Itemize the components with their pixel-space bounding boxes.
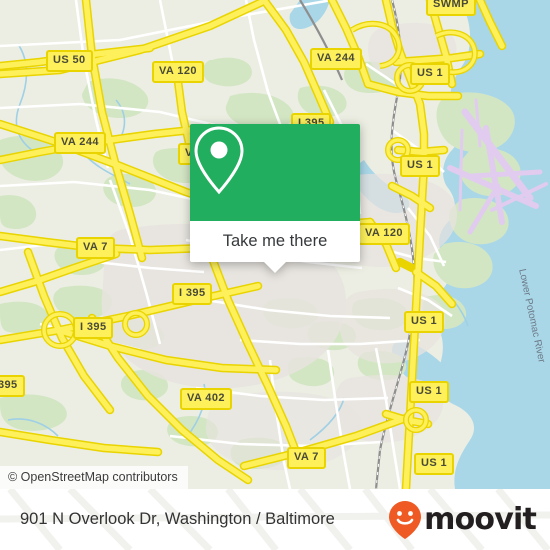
road-shield: VA 7 xyxy=(287,447,326,469)
road-shield: US 1 xyxy=(409,381,450,403)
road-shield: VA 120 xyxy=(358,223,410,245)
location-callout-card[interactable]: Take me there xyxy=(190,124,360,273)
moovit-logo[interactable]: moovit xyxy=(388,500,537,540)
bottom-info-bar: 901 N Overlook Dr, Washington / Baltimor… xyxy=(0,489,550,550)
map-pin-icon xyxy=(194,126,244,195)
road-shield: VA 7 xyxy=(76,237,115,259)
road-shield: 395 xyxy=(0,375,25,397)
road-shield: I 395 xyxy=(73,317,114,339)
road-shield: US 1 xyxy=(414,453,455,475)
moovit-smiley-pin-icon xyxy=(389,500,422,539)
road-shield: US 1 xyxy=(404,311,445,333)
road-shield: US 1 xyxy=(410,63,451,85)
road-shield: SWMP xyxy=(426,0,476,16)
map-attribution[interactable]: © OpenStreetMap contributors xyxy=(0,466,188,489)
take-me-there-button[interactable]: Take me there xyxy=(190,221,360,273)
moovit-wordmark: moovit xyxy=(424,501,537,537)
road-shield: US 1 xyxy=(400,155,441,177)
road-shield: US 50 xyxy=(46,50,93,72)
road-shield: I 395 xyxy=(172,283,213,305)
map-screenshot: US 50 VA 120 VA 244 US 1 VA 244 I 395 VA 120 US… xyxy=(0,0,550,550)
callout-pointer-tail xyxy=(264,262,286,273)
callout-icon-area xyxy=(190,124,360,221)
road-shield: VA 244 xyxy=(310,48,362,70)
road-shield: VA 120 xyxy=(152,61,204,83)
address-text: 901 N Overlook Dr, Washington / Baltimor… xyxy=(20,510,335,528)
road-shield: VA 402 xyxy=(180,388,232,410)
road-shield: VA 244 xyxy=(54,132,106,154)
map-canvas[interactable]: US 50 VA 120 VA 244 US 1 VA 244 I 395 VA 120 US… xyxy=(0,0,550,489)
take-me-there-label: Take me there xyxy=(222,232,328,250)
